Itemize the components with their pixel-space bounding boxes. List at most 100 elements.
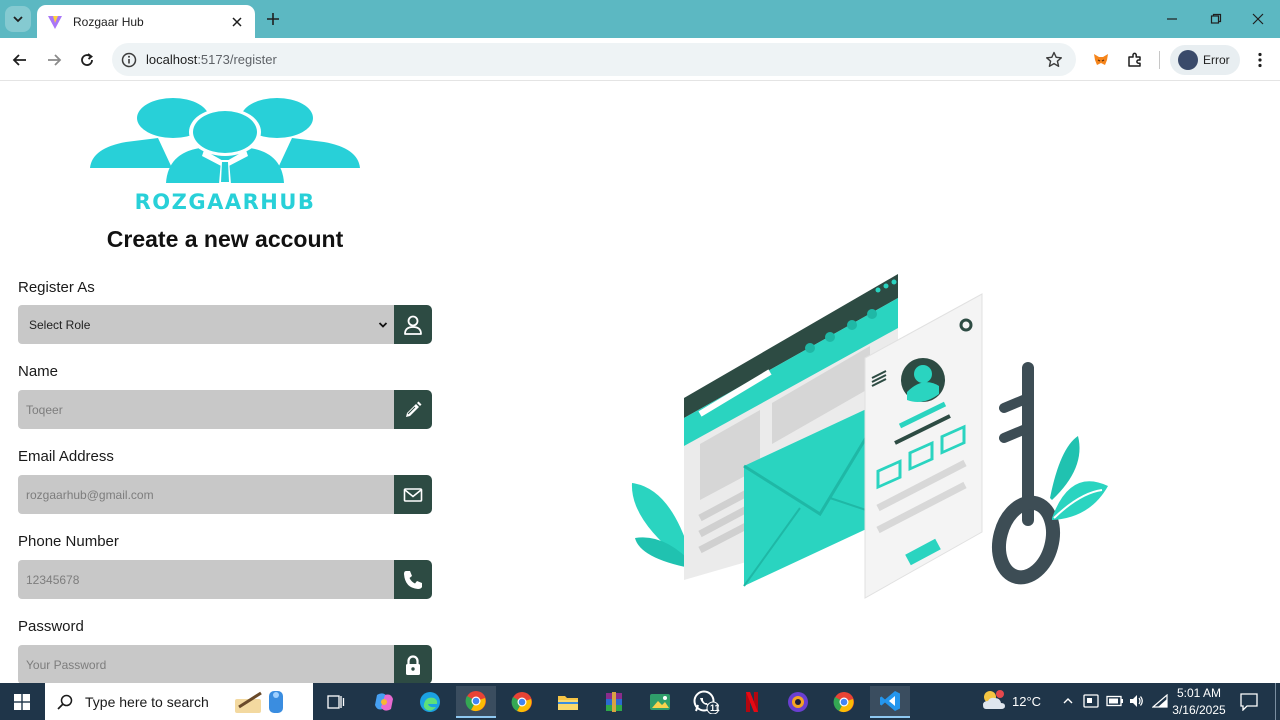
- envelope-icon: [403, 487, 423, 502]
- role-field: Select Role: [18, 305, 432, 344]
- copilot-icon: [375, 693, 393, 711]
- name-input[interactable]: [18, 390, 394, 429]
- search-placeholder: Type here to search: [85, 693, 209, 710]
- name-label: Name: [18, 363, 59, 380]
- netflix-icon: [746, 692, 758, 712]
- show-desktop-button[interactable]: [1275, 683, 1276, 720]
- reload-icon: [81, 53, 93, 66]
- email-input[interactable]: [18, 475, 394, 514]
- phone-input[interactable]: [18, 560, 394, 599]
- weather-icon[interactable]: [980, 689, 1006, 713]
- windows-logo-icon: [14, 693, 30, 710]
- rozgaarhub-logo: ROZGAARHUB: [88, 98, 362, 214]
- chrome-icon: [511, 692, 532, 713]
- chrome-icon: [465, 691, 486, 712]
- register-page: ROZGAARHUB Create a new account Register…: [0, 82, 1280, 683]
- winrar-app[interactable]: [594, 686, 634, 718]
- search-icon: [57, 694, 73, 710]
- search-highlight-icon: [234, 690, 283, 713]
- pencil-icon: [406, 401, 422, 417]
- chrome-profile-app[interactable]: [502, 686, 542, 718]
- notification-icon[interactable]: [1240, 693, 1258, 711]
- email-field: [18, 475, 432, 514]
- address-bar[interactable]: localhost:5173/register: [112, 43, 1076, 76]
- reload-button[interactable]: [73, 46, 101, 74]
- vscode-app[interactable]: [870, 686, 910, 718]
- role-label: Register As: [18, 279, 95, 296]
- metamask-extension-button[interactable]: [1087, 46, 1115, 74]
- browser-toolbar: localhost:5173/register Error: [0, 38, 1280, 81]
- close-window-button[interactable]: [1236, 0, 1280, 38]
- image-icon: [650, 694, 670, 710]
- role-selected-value: Select Role: [29, 317, 91, 332]
- copilot-app[interactable]: [364, 686, 404, 718]
- minimize-button[interactable]: [1150, 0, 1194, 38]
- photos-app[interactable]: [640, 686, 680, 718]
- edge-app[interactable]: [410, 686, 450, 718]
- wifi-icon[interactable]: [1152, 694, 1168, 708]
- whatsapp-app[interactable]: 11: [686, 686, 726, 718]
- file-explorer-app[interactable]: [548, 686, 588, 718]
- profile-button[interactable]: Error: [1170, 45, 1240, 75]
- tab-strip: Rozgaar Hub: [0, 0, 1280, 38]
- tab-title: Rozgaar Hub: [73, 14, 144, 29]
- profile-status: Error: [1203, 53, 1230, 67]
- phone-icon-button[interactable]: [394, 560, 432, 599]
- password-field: [18, 645, 432, 683]
- forward-button[interactable]: [40, 46, 68, 74]
- arrow-left-icon: [12, 54, 26, 66]
- name-icon-button[interactable]: [394, 390, 432, 429]
- chevron-up-icon[interactable]: [1062, 695, 1074, 707]
- email-icon-button[interactable]: [394, 475, 432, 514]
- restore-button[interactable]: [1194, 0, 1238, 38]
- toolbar-divider: [1159, 51, 1160, 69]
- clock-time[interactable]: 5:01 AM: [1170, 686, 1228, 700]
- url-path: :5173/register: [197, 52, 277, 67]
- kebab-menu-icon: [1258, 52, 1262, 68]
- email-label: Email Address: [18, 448, 114, 465]
- site-info-icon[interactable]: [120, 51, 138, 69]
- meet-now-icon[interactable]: [1083, 693, 1099, 709]
- task-view-icon: [327, 695, 345, 709]
- start-button[interactable]: [0, 683, 44, 720]
- netflix-app[interactable]: [732, 686, 772, 718]
- windows-taskbar: Type here to search 11 12°C 5:01 AM 3/16…: [0, 683, 1280, 720]
- edge-icon: [420, 692, 440, 712]
- tab-search-button[interactable]: [5, 6, 31, 32]
- back-button[interactable]: [6, 46, 34, 74]
- user-icon: [404, 315, 422, 335]
- vite-icon: [48, 15, 62, 29]
- close-icon: [232, 16, 242, 27]
- logo-wordmark: ROZGAARHUB: [134, 190, 316, 214]
- phone-field: [18, 560, 432, 599]
- name-field: [18, 390, 432, 429]
- clock-date[interactable]: 3/16/2025: [1170, 703, 1228, 717]
- obs-app[interactable]: [778, 686, 818, 718]
- password-icon-button[interactable]: [394, 645, 432, 683]
- volume-icon[interactable]: [1128, 693, 1144, 709]
- chrome-second-app[interactable]: [824, 686, 864, 718]
- new-tab-button[interactable]: [262, 8, 284, 30]
- team-logo-icon: [90, 98, 360, 184]
- task-view-button[interactable]: [316, 686, 356, 718]
- chrome-app-active[interactable]: [456, 686, 496, 718]
- arrow-right-icon: [48, 54, 62, 66]
- battery-icon[interactable]: [1106, 695, 1124, 707]
- minimize-icon: [1167, 18, 1177, 20]
- close-icon: [1252, 13, 1264, 25]
- close-tab-button[interactable]: [229, 14, 245, 30]
- password-label: Password: [18, 618, 84, 635]
- whatsapp-badge: 11: [710, 703, 720, 713]
- role-icon-button[interactable]: [394, 305, 432, 344]
- extensions-button[interactable]: [1121, 46, 1149, 74]
- fox-icon: [1094, 54, 1108, 65]
- chrome-icon: [833, 692, 854, 713]
- vscode-icon: [880, 691, 900, 711]
- browser-menu-button[interactable]: [1246, 46, 1274, 74]
- role-select[interactable]: Select Role: [18, 305, 394, 344]
- url-text: localhost:5173/register: [146, 52, 277, 67]
- taskbar-search[interactable]: Type here to search: [45, 683, 313, 720]
- browser-tab[interactable]: Rozgaar Hub: [37, 5, 255, 38]
- bookmark-star-icon[interactable]: [1044, 50, 1064, 70]
- password-input[interactable]: [18, 645, 394, 683]
